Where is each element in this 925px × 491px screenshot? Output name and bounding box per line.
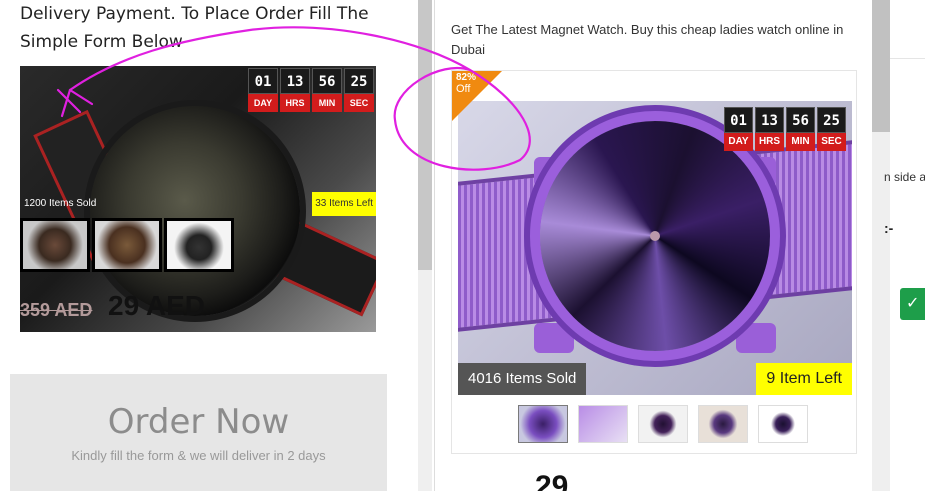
product-image-left[interactable]: 01 DAY 13 HRS 56 MIN 25 SEC 1200 Items Sold … [20, 66, 376, 332]
timer-hours: 13 [755, 107, 784, 133]
timer-label-sec: SEC [817, 133, 846, 151]
order-now-section[interactable]: Order Now Kindly fill the form & we will… [10, 374, 387, 491]
timer-days: 01 [248, 68, 278, 94]
thumbnail[interactable] [698, 405, 748, 443]
new-price: 29 AED [108, 290, 206, 321]
product-price: 29 [535, 470, 569, 491]
discount-percent: 82% [456, 72, 477, 83]
watch-lug [736, 323, 776, 353]
right-side-panel: n side a :- ✓ [884, 0, 925, 491]
order-now-subtitle: Kindly fill the form & we will deliver i… [71, 448, 326, 463]
timer-label-hrs: HRS [755, 133, 784, 151]
timer-label-sec: SEC [344, 94, 374, 112]
timer-label-hrs: HRS [280, 94, 310, 112]
items-sold-badge: 1200 Items Sold [24, 198, 97, 209]
items-left-badge: 33 Items Left [312, 192, 376, 216]
background-page: Delivery Payment. To Place Order Fill Th… [0, 0, 420, 491]
discount-ribbon: 82% Off [452, 71, 502, 121]
watch-lug [534, 323, 574, 353]
timer-label-min: MIN [786, 133, 815, 151]
thumbnail[interactable] [92, 218, 162, 272]
watch-face [90, 106, 300, 316]
check-icon: ✓ [906, 293, 920, 312]
thumbnail[interactable] [578, 405, 628, 443]
order-now-title: Order Now [107, 402, 290, 442]
thumbnail-strip [20, 218, 234, 272]
thumbnail-strip [518, 405, 808, 443]
timer-days: 01 [724, 107, 753, 133]
confirm-button[interactable]: ✓ [900, 288, 925, 320]
discount-off-label: Off [456, 83, 471, 95]
scrollbar-thumb-left[interactable] [418, 0, 432, 270]
timer-label-min: MIN [312, 94, 342, 112]
timer-seconds: 25 [817, 107, 846, 133]
timer-seconds: 25 [344, 68, 374, 94]
page-heading: Delivery Payment. To Place Order Fill Th… [20, 4, 369, 52]
countdown-timer: 01 DAY 13 HRS 56 MIN 25 SEC [724, 107, 846, 151]
items-sold-badge: 4016 Items Sold [458, 363, 587, 395]
scrollbar-track-left[interactable] [418, 270, 432, 491]
old-price: 359 AED [20, 300, 93, 320]
countdown-timer: 01 DAY 13 HRS 56 MIN 25 SEC [248, 68, 374, 112]
partial-text: n side a [884, 170, 925, 184]
thumbnail[interactable] [164, 218, 234, 272]
thumbnail[interactable] [638, 405, 688, 443]
divider [890, 58, 925, 59]
timer-minutes: 56 [312, 68, 342, 94]
thumbnail[interactable] [518, 405, 568, 443]
timer-label-day: DAY [724, 133, 753, 151]
timer-minutes: 56 [786, 107, 815, 133]
modal-scrollbar-thumb[interactable] [872, 0, 890, 132]
watch-dial [540, 121, 770, 351]
timer-hours: 13 [280, 68, 310, 94]
product-description: Get The Latest Magnet Watch. Buy this ch… [451, 22, 844, 57]
product-card: 01 DAY 13 HRS 56 MIN 25 SEC 4016 Items Sold … [451, 70, 857, 454]
thumbnail[interactable] [20, 218, 90, 272]
product-modal: Get The Latest Magnet Watch. Buy this ch… [434, 0, 872, 491]
thumbnail[interactable] [758, 405, 808, 443]
product-image-main[interactable]: 01 DAY 13 HRS 56 MIN 25 SEC 4016 Items Sold … [458, 101, 852, 395]
items-left-badge: 9 Item Left [756, 363, 852, 395]
timer-label-day: DAY [248, 94, 278, 112]
partial-label: :- [884, 220, 894, 236]
